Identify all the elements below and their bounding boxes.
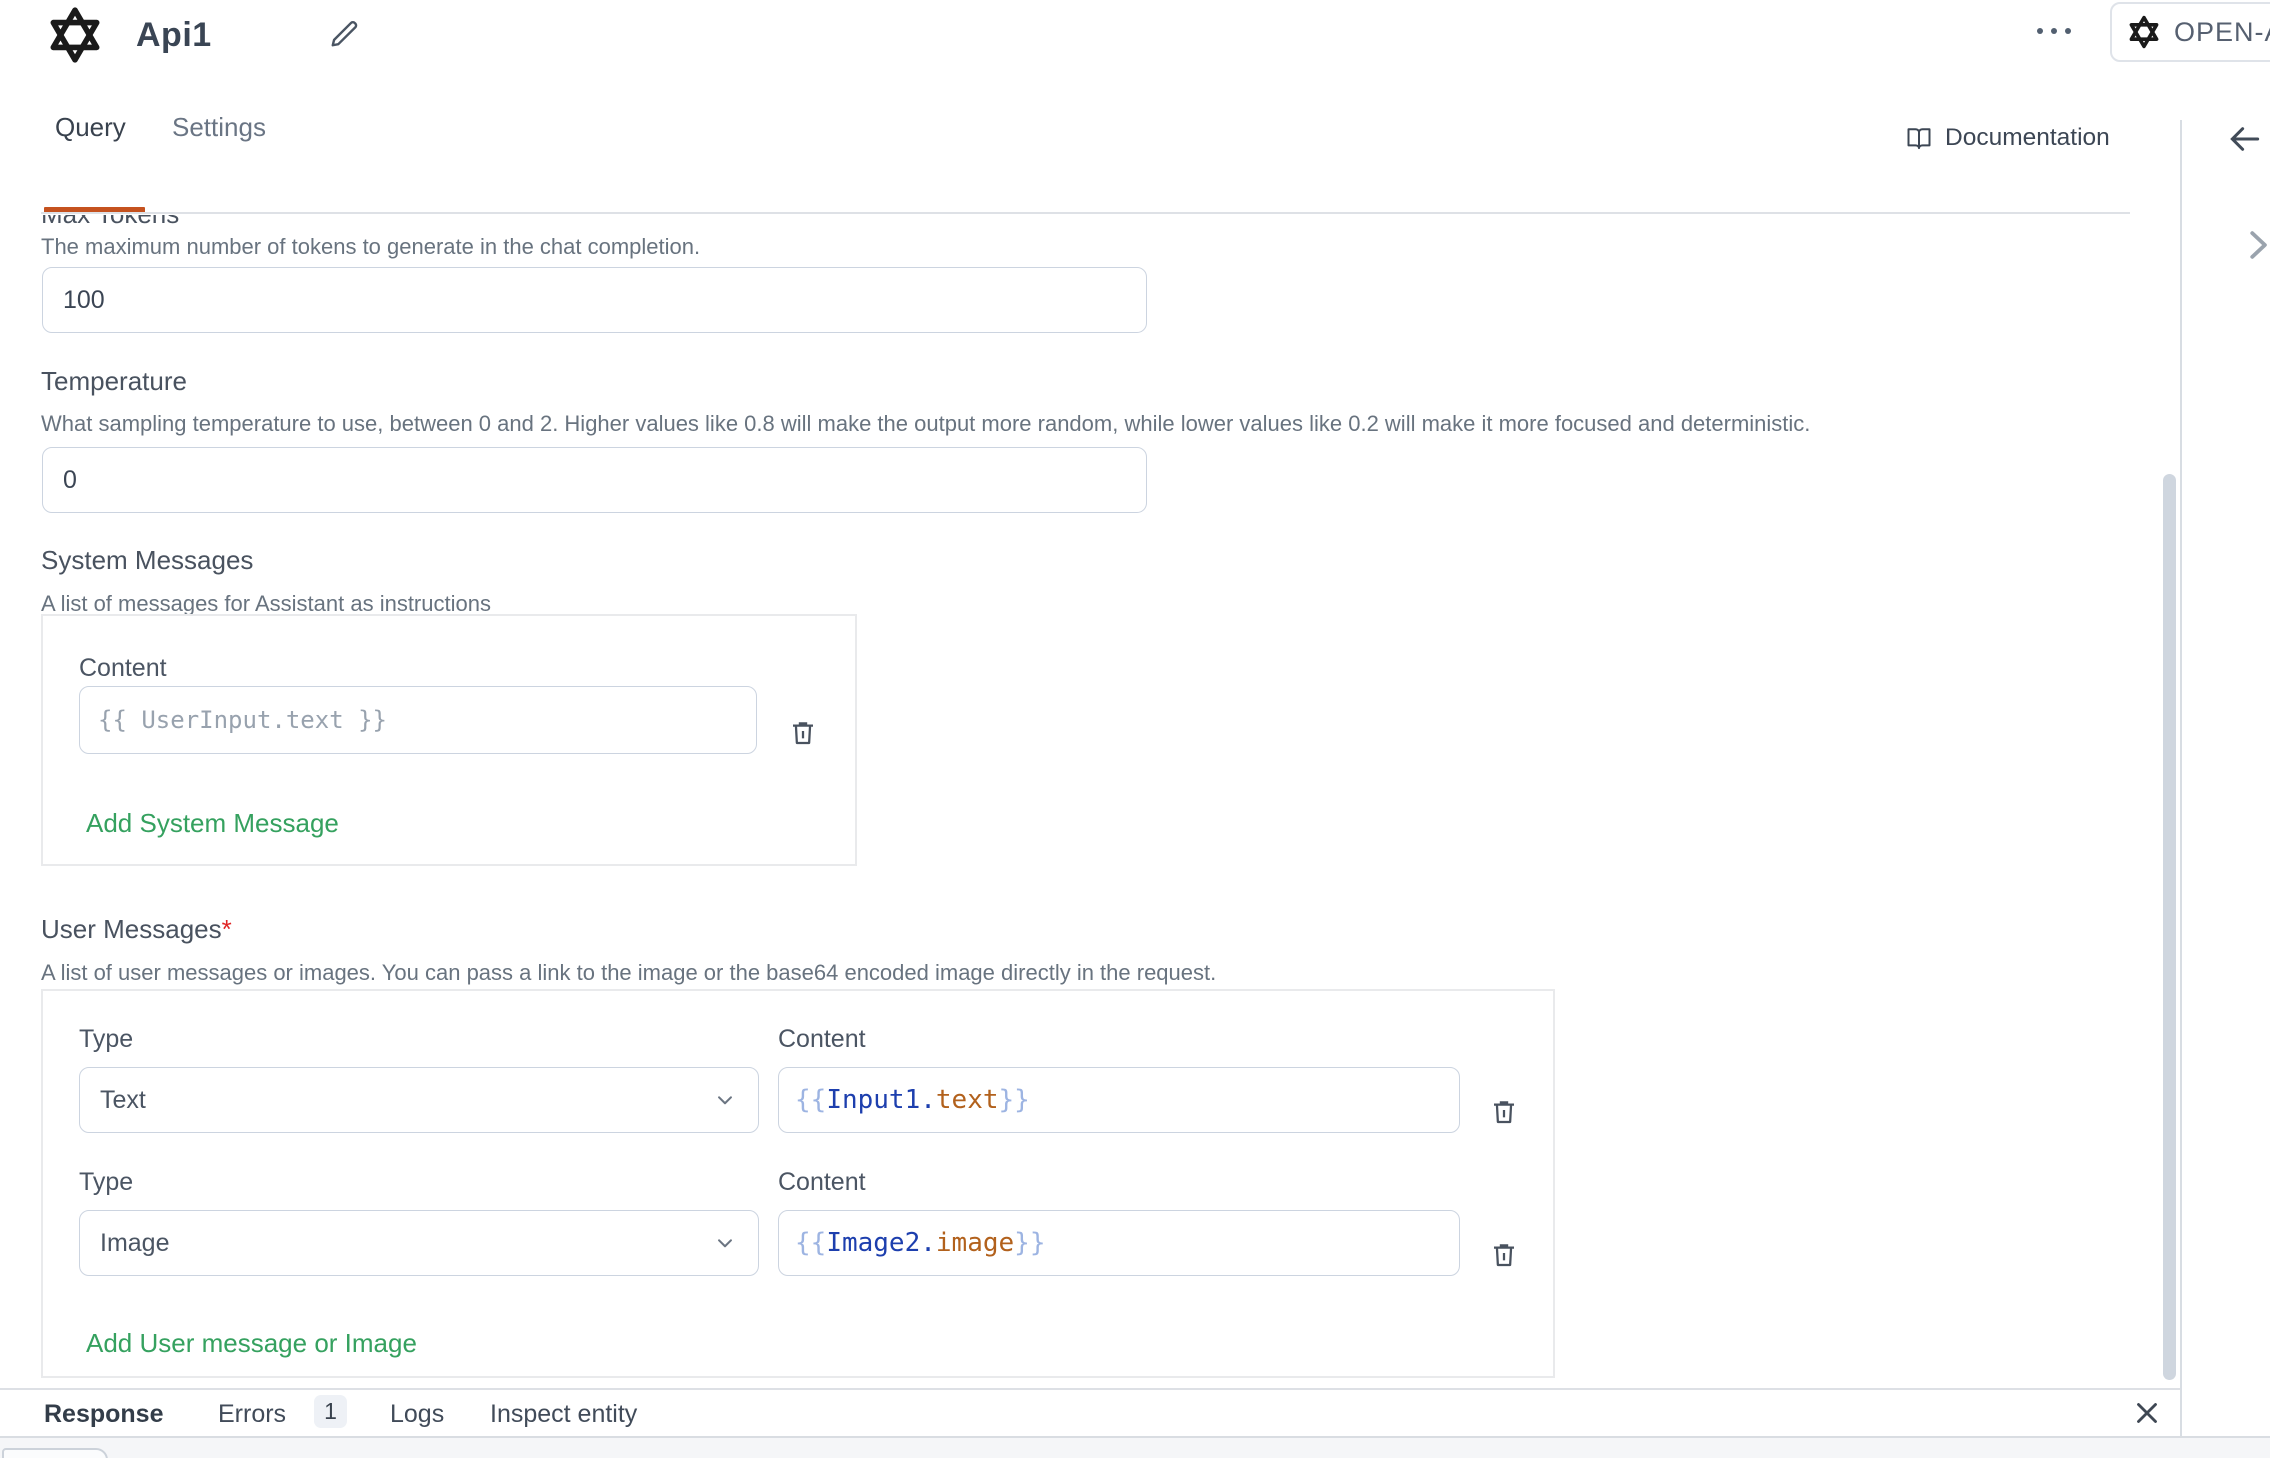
delete-user-message-1-trash-icon[interactable] bbox=[1488, 1095, 1520, 1129]
code-open-brace: {{ bbox=[795, 1228, 826, 1258]
code-property: text bbox=[936, 1085, 999, 1115]
required-asterisk: * bbox=[222, 914, 232, 944]
datasource-selector[interactable]: OPEN-A bbox=[2110, 2, 2270, 62]
code-property: image bbox=[936, 1228, 1014, 1258]
system-messages-label: System Messages bbox=[41, 545, 253, 576]
max-tokens-label: Max Tokens bbox=[41, 215, 179, 230]
temperature-input[interactable] bbox=[42, 447, 1147, 513]
max-tokens-description: The maximum number of tokens to generate… bbox=[41, 234, 700, 260]
code-entity: Image2 bbox=[826, 1228, 920, 1258]
edit-name-pencil-icon[interactable] bbox=[326, 16, 362, 52]
openai-logo-icon bbox=[44, 2, 106, 68]
errors-count-badge: 1 bbox=[314, 1395, 347, 1428]
row2-content-label: Content bbox=[778, 1168, 866, 1197]
tab-inspect-entity[interactable]: Inspect entity bbox=[490, 1400, 637, 1429]
row1-content-label: Content bbox=[778, 1025, 866, 1054]
add-user-message-link[interactable]: Add User message or Image bbox=[86, 1328, 417, 1359]
page-title: Api1 bbox=[136, 16, 212, 55]
user-messages-group: Type Text Content {{Input1.text}} Type bbox=[41, 989, 1555, 1378]
row2-content-input[interactable]: {{Image2.image}} bbox=[778, 1210, 1460, 1276]
add-system-message-link[interactable]: Add System Message bbox=[86, 808, 339, 839]
chevron-down-icon bbox=[712, 1087, 738, 1113]
back-arrow-icon[interactable] bbox=[2226, 120, 2264, 158]
tabs-divider bbox=[41, 212, 2130, 214]
max-tokens-input[interactable] bbox=[42, 267, 1147, 333]
code-close-brace: }} bbox=[1014, 1228, 1045, 1258]
documentation-button[interactable]: Documentation bbox=[1905, 124, 2110, 152]
delete-system-message-trash-icon[interactable] bbox=[787, 716, 819, 750]
code-close-brace: }} bbox=[999, 1085, 1030, 1115]
close-icon[interactable] bbox=[2130, 1396, 2164, 1430]
tab-response[interactable]: Response bbox=[44, 1400, 163, 1429]
tab-errors[interactable]: Errors bbox=[218, 1400, 286, 1429]
code-entity: Input1 bbox=[826, 1085, 920, 1115]
code-dot: . bbox=[920, 1085, 936, 1115]
chevron-right-icon[interactable] bbox=[2238, 226, 2270, 264]
row2-type-select[interactable]: Image bbox=[79, 1210, 759, 1276]
chevron-down-icon bbox=[712, 1230, 738, 1256]
system-content-input[interactable] bbox=[79, 686, 757, 754]
user-messages-description: A list of user messages or images. You c… bbox=[41, 960, 1216, 986]
book-icon bbox=[1905, 124, 1933, 152]
code-dot: . bbox=[920, 1228, 936, 1258]
datasource-name: OPEN-A bbox=[2174, 17, 2270, 48]
code-open-brace: {{ bbox=[795, 1085, 826, 1115]
query-form-scroll-area: Max Tokens The maximum number of tokens … bbox=[0, 215, 2180, 1388]
api-editor-window: Api1 OPEN-A Query Settings Documentatio bbox=[0, 0, 2270, 1458]
temperature-description: What sampling temperature to use, betwee… bbox=[41, 411, 1810, 437]
row1-type-select[interactable]: Text bbox=[79, 1067, 759, 1133]
bottom-left-panel-peek bbox=[2, 1448, 108, 1458]
openai-logo-small-icon bbox=[2126, 13, 2162, 51]
bottom-strip bbox=[0, 1438, 2270, 1458]
tab-logs[interactable]: Logs bbox=[390, 1400, 444, 1429]
documentation-label: Documentation bbox=[1945, 124, 2110, 152]
more-options-icon[interactable] bbox=[2032, 22, 2076, 40]
row1-type-value: Text bbox=[100, 1086, 146, 1115]
row1-type-label: Type bbox=[79, 1025, 133, 1054]
delete-user-message-2-trash-icon[interactable] bbox=[1488, 1238, 1520, 1272]
tab-settings[interactable]: Settings bbox=[172, 112, 266, 143]
user-messages-label-text: User Messages bbox=[41, 914, 222, 944]
row2-type-value: Image bbox=[100, 1229, 169, 1258]
system-content-label: Content bbox=[79, 654, 167, 683]
right-panel-divider bbox=[2180, 120, 2182, 1458]
system-messages-group: Content Add System Message bbox=[41, 614, 857, 866]
user-messages-label: User Messages* bbox=[41, 914, 232, 945]
tab-query[interactable]: Query bbox=[55, 112, 126, 143]
row1-content-input[interactable]: {{Input1.text}} bbox=[778, 1067, 1460, 1133]
debugger-bar: Response Errors 1 Logs Inspect entity bbox=[0, 1388, 2180, 1436]
row2-type-label: Type bbox=[79, 1168, 133, 1197]
temperature-label: Temperature bbox=[41, 366, 187, 397]
